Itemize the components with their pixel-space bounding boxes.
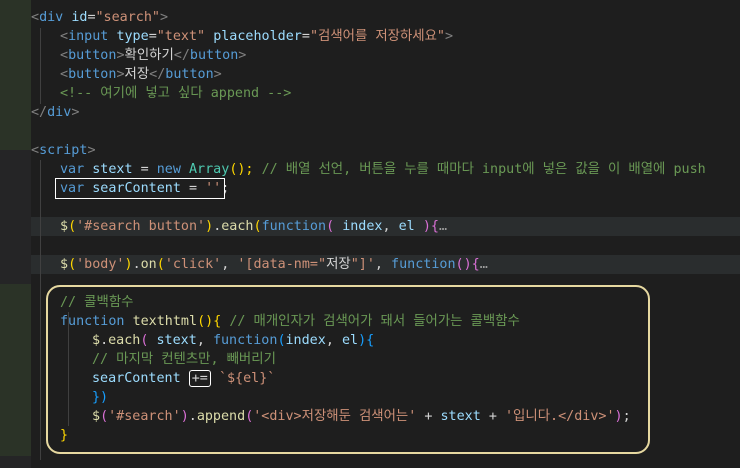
indent-guide	[40, 160, 41, 460]
code-line[interactable]: // 콜백함수	[60, 293, 133, 312]
code-line[interactable]: var stext = new Array(); // 배열 선언, 버튼을 누…	[60, 160, 706, 179]
code-line[interactable]: <script>	[31, 141, 96, 160]
code-line[interactable]: $('#search button').each(function( index…	[60, 217, 447, 236]
highlight-box-searcontent	[55, 178, 225, 199]
code-line[interactable]: })	[92, 388, 108, 407]
plus-equals-operator: +=	[188, 370, 211, 387]
code-line[interactable]: // 마지막 컨텐츠만, 빼버리기	[92, 350, 276, 369]
code-line[interactable]: function texthtml(){ // 매개인자가 검색어가 돼서 들어…	[60, 312, 520, 331]
code-line[interactable]: <input type="text" placeholder="검색어를 저장하…	[60, 27, 453, 46]
code-line[interactable]: <button>확인하기</button>	[60, 46, 246, 65]
code-line[interactable]: searContent += `${el}`	[92, 369, 275, 388]
code-line[interactable]: $('#search').append('<div>저장해둔 검색어는' + s…	[92, 407, 631, 426]
gutter-change-marker	[0, 284, 31, 456]
code-line[interactable]: $('body').on('click', '[data-nm="저장"]', …	[60, 255, 488, 274]
gutter-change-marker	[0, 0, 31, 150]
code-line[interactable]: }	[60, 426, 68, 445]
code-line[interactable]: <!-- 여기에 넣고 싶다 append -->	[60, 84, 291, 103]
code-editor[interactable]: <div id="search"> <input type="text" pla…	[0, 0, 740, 468]
folded-code-ellipsis[interactable]: …	[439, 219, 447, 234]
folded-code-ellipsis[interactable]: …	[480, 257, 488, 272]
code-line[interactable]: </div>	[31, 103, 79, 122]
indent-guide	[40, 28, 41, 104]
code-line[interactable]: <div id="search">	[31, 8, 168, 27]
code-line[interactable]: $.each( stext, function(index, el){	[92, 331, 374, 350]
code-line[interactable]: <button>저장</button>	[60, 65, 222, 84]
